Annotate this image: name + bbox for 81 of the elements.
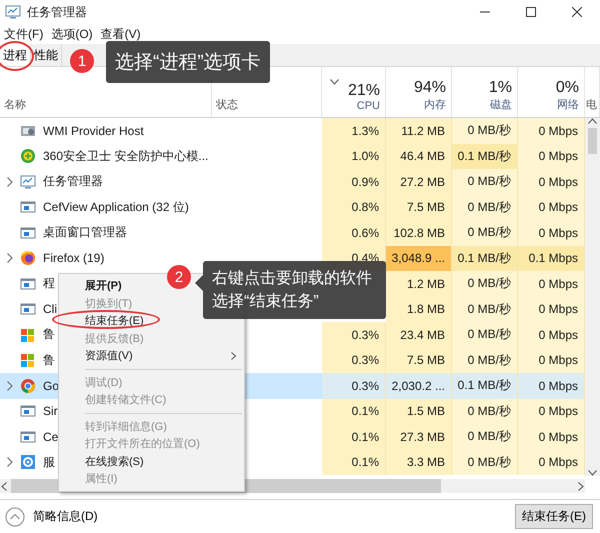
table-cell: 0 Mbps bbox=[518, 194, 585, 220]
column-label: 电 bbox=[586, 98, 597, 112]
table-cell: 0.1 MB/秒 bbox=[452, 246, 518, 271]
table-cell: 0 Mbps bbox=[518, 450, 585, 475]
column-label: 磁盘 bbox=[490, 98, 512, 112]
table-cell: 46.4 MB bbox=[386, 144, 452, 169]
table-cell: 0 MB/秒 bbox=[452, 118, 518, 144]
table-cell: 0.1% bbox=[322, 398, 386, 424]
table-cell: 7.5 MB bbox=[386, 194, 452, 220]
process-name: 程 bbox=[43, 275, 55, 292]
usage-percent: 1% bbox=[488, 79, 512, 97]
process-name: 360安全卫士 安全防护中心模... bbox=[43, 148, 208, 165]
table-cell: 1.8 MB bbox=[386, 296, 452, 322]
table-cell: 0 Mbps bbox=[518, 169, 585, 194]
table-cell: 0 MB/秒 bbox=[452, 194, 518, 220]
table-cell: 0.8% bbox=[322, 194, 386, 220]
process-name: Sir bbox=[43, 404, 58, 418]
table-cell: 1.5 MB bbox=[386, 398, 452, 424]
process-name: 任务管理器 bbox=[43, 173, 103, 190]
process-name: 鲁 bbox=[43, 326, 55, 344]
column-label: 状态 bbox=[216, 98, 238, 112]
table-cell: 0 MB/秒 bbox=[452, 348, 518, 373]
table-cell: 0 MB/秒 bbox=[452, 271, 518, 296]
callout-text: 右键点击要卸载的软件 bbox=[212, 268, 373, 289]
table-cell: 23.4 MB bbox=[386, 322, 452, 348]
table-cell: 0 MB/秒 bbox=[452, 322, 518, 348]
table-cell: 0.9% bbox=[322, 169, 386, 194]
table-cell: 0.3% bbox=[322, 373, 386, 398]
process-name: Firefox (19) bbox=[43, 251, 104, 266]
step-number: 1 bbox=[70, 49, 94, 73]
table-cell: 3,048.9 ... bbox=[386, 246, 452, 271]
usage-percent: 21% bbox=[348, 82, 380, 100]
table-cell: 0 MB/秒 bbox=[452, 296, 518, 322]
table-cell: 1.2 MB bbox=[386, 271, 452, 296]
process-name: 桌面窗口管理器 bbox=[43, 224, 127, 242]
table-cell: 27.2 MB bbox=[386, 169, 452, 194]
column-label: 名称 bbox=[4, 98, 26, 112]
table-cell: 7.5 MB bbox=[386, 348, 452, 373]
table-cell: 0.1 MB/秒 bbox=[452, 144, 518, 169]
table-cell: 0 Mbps bbox=[518, 220, 585, 246]
table-cell: 0 Mbps bbox=[518, 144, 585, 169]
table-cell: 0 Mbps bbox=[518, 322, 585, 348]
table-cell: 0 Mbps bbox=[518, 424, 585, 450]
column-label: CPU bbox=[356, 100, 380, 112]
column-label: 网络 bbox=[557, 98, 579, 112]
table-cell: 3.3 MB bbox=[386, 450, 452, 475]
usage-percent: 94% bbox=[414, 79, 446, 97]
table-cell: 0.6% bbox=[322, 220, 386, 246]
table-cell: 102.8 MB bbox=[386, 220, 452, 246]
table-cell: 0 Mbps bbox=[518, 118, 585, 144]
usage-percent: 0% bbox=[556, 79, 579, 97]
table-cell: 1.0% bbox=[322, 144, 386, 169]
process-name: 服 bbox=[43, 454, 55, 471]
process-name: 鲁 bbox=[43, 352, 55, 369]
window-title: 任务管理器 bbox=[27, 4, 88, 20]
process-name: Ce bbox=[43, 430, 58, 444]
table-cell: 0 MB/秒 bbox=[452, 220, 518, 246]
table-cell: 0 MB/秒 bbox=[452, 424, 518, 450]
process-name: Cli bbox=[43, 302, 57, 316]
table-cell: 2,030.2 ... bbox=[386, 373, 452, 398]
table-cell: 0 Mbps bbox=[518, 271, 585, 296]
table-cell: 0 MB/秒 bbox=[452, 398, 518, 424]
table-cell: 11.2 MB bbox=[386, 118, 452, 144]
table-cell: 0 Mbps bbox=[518, 296, 585, 322]
process-name: Go bbox=[43, 378, 60, 393]
process-name: CefView Application (32 位) bbox=[43, 198, 189, 216]
table-cell: 0.1 MB/秒 bbox=[452, 373, 518, 398]
column-label: 内存 bbox=[424, 98, 446, 112]
table-cell: 0.3% bbox=[322, 322, 386, 348]
table-cell: 0.3% bbox=[322, 348, 386, 373]
table-cell: 0 Mbps bbox=[518, 373, 585, 398]
table-cell: 0.1% bbox=[322, 450, 386, 475]
table-cell: 0 MB/秒 bbox=[452, 169, 518, 194]
table-cell: 0.1% bbox=[322, 424, 386, 450]
table-cell: 1.3% bbox=[322, 118, 386, 144]
table-cell: 0 Mbps bbox=[518, 348, 585, 373]
table-cell: 0.1 Mbps bbox=[518, 246, 585, 271]
table-cell: 27.3 MB bbox=[386, 424, 452, 450]
process-name: WMI Provider Host bbox=[43, 124, 144, 138]
table-cell: 0 MB/秒 bbox=[452, 450, 518, 475]
table-cell: 0 Mbps bbox=[518, 398, 585, 424]
